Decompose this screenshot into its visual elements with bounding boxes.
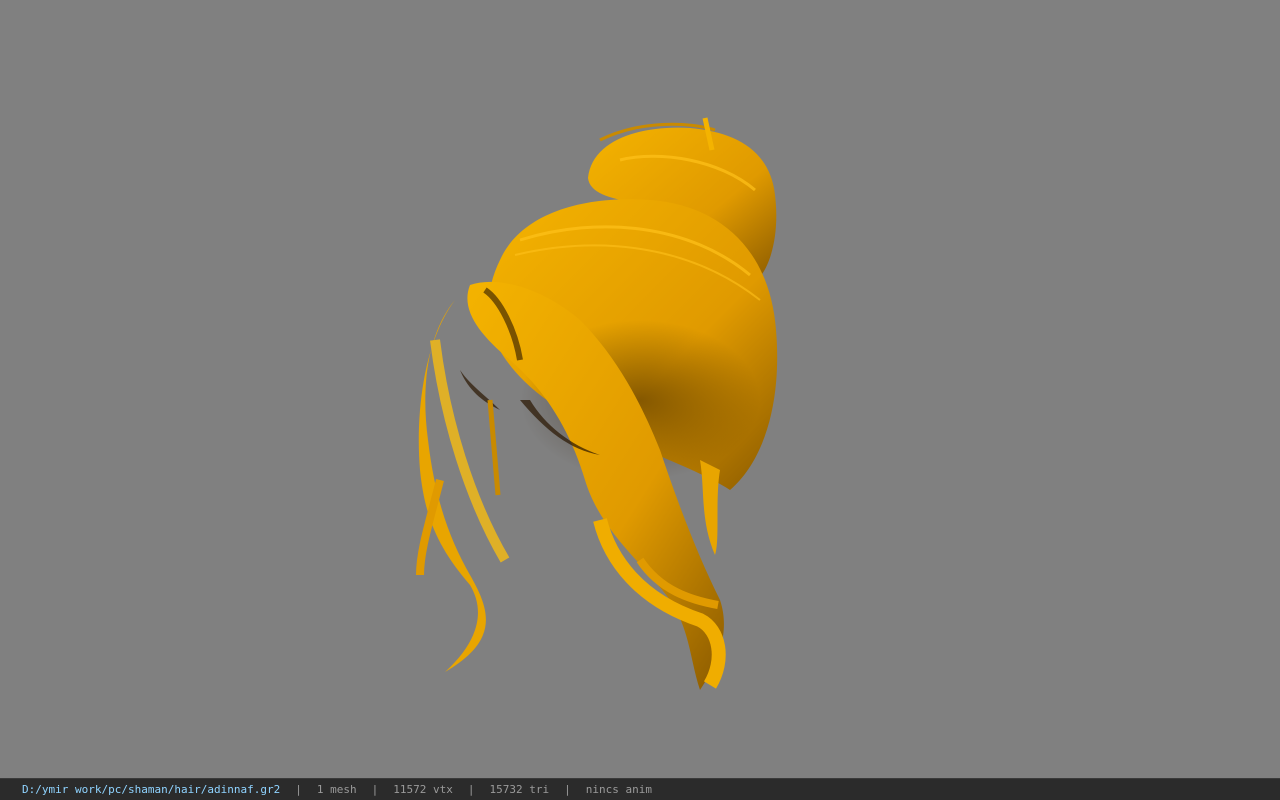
- vertex-count: 11572 vtx: [393, 783, 453, 796]
- separator: |: [564, 783, 571, 796]
- hair-model-render: [416, 117, 778, 690]
- separator: |: [467, 783, 475, 796]
- separator: |: [371, 783, 379, 796]
- triangle-count: 15732 tri: [489, 783, 550, 796]
- 3d-viewport[interactable]: [0, 0, 1280, 778]
- file-path: D:/ymir work/pc/shaman/hair/adinnaf.gr2: [22, 783, 281, 796]
- mesh-count: 1 mesh: [316, 783, 357, 796]
- status-bar: D:/ymir work/pc/shaman/hair/adinnaf.gr2 …: [0, 778, 1280, 800]
- hair-right-strand: [700, 460, 720, 555]
- separator: |: [295, 783, 302, 796]
- animation-status: nincs anim: [585, 783, 652, 796]
- hair-left-strand: [418, 300, 486, 672]
